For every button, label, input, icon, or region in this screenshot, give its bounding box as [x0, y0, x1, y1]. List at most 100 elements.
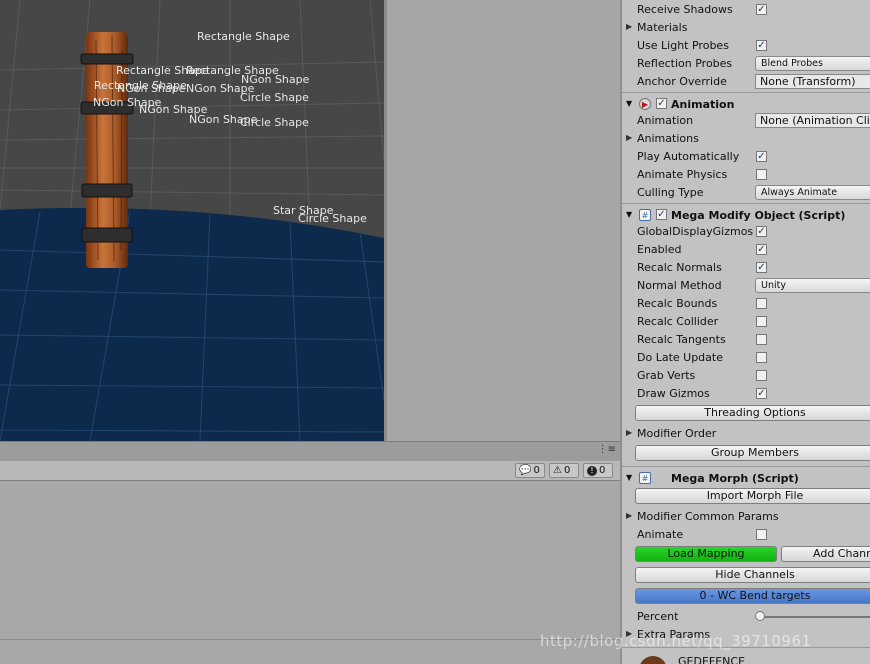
animation-component-icon: ▶ — [639, 98, 651, 110]
recalc-collider-checkbox[interactable] — [756, 316, 767, 327]
animate-physics-checkbox[interactable] — [756, 169, 767, 180]
script-icon: # — [639, 209, 651, 221]
warning-icon: ⚠ — [553, 465, 562, 476]
percent-row: Percent — [622, 608, 870, 626]
global-gizmos-checkbox[interactable]: ✓ — [756, 226, 767, 237]
do-late-update-checkbox[interactable] — [756, 352, 767, 363]
recalc-normals-label: Recalc Normals — [637, 261, 722, 274]
scene-view[interactable]: Rectangle Shape Rectangle Shape Rectangl… — [0, 0, 384, 441]
animation-clip-row: Animation None (Animation Clip) — [622, 112, 870, 130]
recalc-bounds-row: Recalc Bounds — [622, 295, 870, 313]
info-count-badge[interactable]: 💬 0 — [515, 463, 545, 478]
info-icon: 💬 — [519, 465, 532, 476]
error-count: 0 — [599, 465, 606, 476]
mega-modify-title: Mega Modify Object (Script) — [671, 209, 846, 222]
next-component-header[interactable]: GEDEFENCE — [622, 652, 870, 664]
use-light-probes-checkbox[interactable]: ✓ — [756, 40, 767, 51]
mega-morph-header[interactable]: ▼ # Mega Morph (Script) — [622, 470, 870, 488]
shape-label: Circle Shape — [240, 116, 309, 129]
do-late-update-row: Do Late Update — [622, 349, 870, 367]
import-morph-file-button[interactable]: Import Morph File — [635, 488, 870, 504]
animation-clip-field[interactable]: None (Animation Clip) — [755, 113, 870, 128]
grab-verts-label: Grab Verts — [637, 369, 696, 382]
mega-morph-title: Mega Morph (Script) — [671, 472, 799, 485]
reflection-probes-label: Reflection Probes — [637, 57, 733, 70]
foldout-open-icon[interactable]: ▼ — [626, 473, 632, 482]
foldout-arrow-icon[interactable]: ▶ — [626, 428, 632, 437]
threading-options-button[interactable]: Threading Options — [635, 405, 870, 421]
use-light-probes-label: Use Light Probes — [637, 39, 729, 52]
global-gizmos-row: GlobalDisplayGizmos ✓ — [622, 223, 870, 241]
foldout-open-icon[interactable]: ▼ — [626, 210, 632, 219]
modifier-order-row[interactable]: ▶ Modifier Order — [622, 425, 870, 443]
foldout-arrow-icon[interactable]: ▶ — [626, 511, 632, 520]
recalc-tangents-row: Recalc Tangents — [622, 331, 870, 349]
recalc-tangents-label: Recalc Tangents — [637, 333, 726, 346]
enabled-row: Enabled ✓ — [622, 241, 870, 259]
section-divider — [622, 203, 870, 204]
foldout-arrow-icon[interactable]: ▶ — [626, 22, 632, 31]
panel-menu-icon[interactable]: ⋮≡ — [598, 444, 616, 455]
hide-channels-button[interactable]: Hide Channels — [635, 567, 870, 583]
channel-button[interactable]: 0 - WC Bend targets — [635, 588, 870, 604]
foldout-arrow-icon[interactable]: ▶ — [626, 133, 632, 142]
group-members-button[interactable]: Group Members — [635, 445, 870, 461]
animate-physics-row: Animate Physics — [622, 166, 870, 184]
recalc-tangents-checkbox[interactable] — [756, 334, 767, 345]
script-icon: # — [639, 472, 651, 484]
draw-gizmos-checkbox[interactable]: ✓ — [756, 388, 767, 399]
foldout-open-icon[interactable]: ▼ — [626, 99, 632, 108]
grab-verts-checkbox[interactable] — [756, 370, 767, 381]
warning-count: 0 — [563, 465, 571, 476]
receive-shadows-label: Receive Shadows — [637, 3, 733, 16]
receive-shadows-checkbox[interactable]: ✓ — [756, 4, 767, 15]
animation-enabled-checkbox[interactable]: ✓ — [656, 98, 667, 109]
warning-count-badge[interactable]: ⚠ 0 — [549, 463, 579, 478]
load-mapping-button[interactable]: Load Mapping — [635, 546, 777, 562]
anchor-override-row: Anchor Override None (Transform) — [622, 73, 870, 91]
section-divider — [622, 92, 870, 93]
enabled-label: Enabled — [637, 243, 682, 256]
recalc-normals-checkbox[interactable]: ✓ — [756, 262, 767, 273]
play-automatically-row: Play Automatically ✓ — [622, 148, 870, 166]
culling-type-label: Culling Type — [637, 186, 704, 199]
materials-row[interactable]: ▶ Materials — [622, 19, 870, 37]
percent-slider-knob[interactable] — [755, 611, 765, 621]
error-icon: ! — [587, 465, 597, 476]
shape-label: Circle Shape — [298, 212, 367, 225]
culling-type-dropdown[interactable]: Always Animate — [755, 185, 870, 200]
mega-modify-enabled-checkbox[interactable]: ✓ — [656, 209, 667, 220]
console-log-area[interactable] — [0, 481, 620, 664]
watermark-text: http://blog.csdn.net/qq_39710961 — [540, 632, 812, 650]
recalc-bounds-label: Recalc Bounds — [637, 297, 718, 310]
normal-method-label: Normal Method — [637, 279, 722, 292]
animate-row: Animate — [622, 526, 870, 544]
receive-shadows-row: Receive Shadows ✓ — [622, 1, 870, 19]
play-automatically-label: Play Automatically — [637, 150, 740, 163]
error-count-badge[interactable]: ! 0 — [583, 463, 613, 478]
console-divider — [0, 639, 620, 640]
normal-method-dropdown[interactable]: Unity — [755, 278, 870, 293]
do-late-update-label: Do Late Update — [637, 351, 723, 364]
percent-slider-track[interactable] — [760, 616, 870, 618]
enabled-checkbox[interactable]: ✓ — [756, 244, 767, 255]
animate-label: Animate — [637, 528, 684, 541]
use-light-probes-row: Use Light Probes ✓ — [622, 37, 870, 55]
grab-verts-row: Grab Verts — [622, 367, 870, 385]
common-params-row[interactable]: ▶ Modifier Common Params — [622, 508, 870, 526]
draw-gizmos-row: Draw Gizmos ✓ — [622, 385, 870, 403]
modifier-order-label: Modifier Order — [637, 427, 717, 440]
panel-splitter[interactable]: ⋮≡ — [0, 441, 620, 461]
animate-checkbox[interactable] — [756, 529, 767, 540]
global-gizmos-label: GlobalDisplayGizmos — [637, 225, 754, 238]
materials-label: Materials — [637, 21, 688, 34]
anchor-override-field[interactable]: None (Transform) — [755, 74, 870, 89]
recalc-bounds-checkbox[interactable] — [756, 298, 767, 309]
empty-panel — [384, 0, 620, 441]
play-automatically-checkbox[interactable]: ✓ — [756, 151, 767, 162]
animations-row[interactable]: ▶ Animations — [622, 130, 870, 148]
anchor-override-label: Anchor Override — [637, 75, 727, 88]
add-channel-button[interactable]: Add Channel — [781, 546, 870, 562]
component-thumbnail-icon — [639, 656, 667, 664]
reflection-probes-dropdown[interactable]: Blend Probes — [755, 56, 870, 71]
